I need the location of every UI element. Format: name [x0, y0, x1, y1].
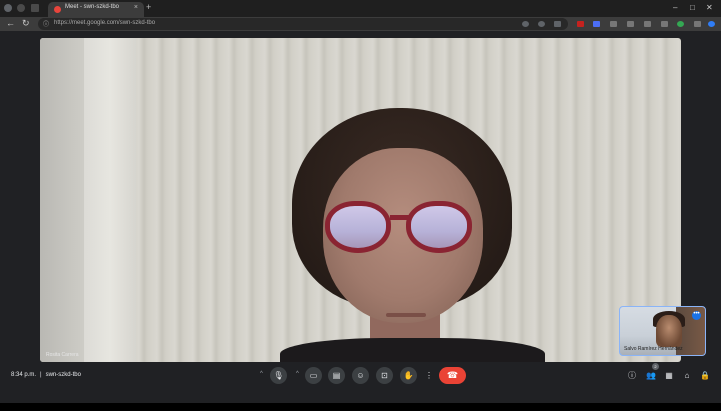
new-tab-button[interactable]: +: [146, 2, 151, 12]
self-view-tile[interactable]: ••• Salvo Ramírez Hernández: [619, 306, 706, 356]
camera-permission-icon[interactable]: [522, 21, 529, 27]
tab-title: Meet - swn-szkd-tbo: [65, 4, 120, 10]
reload-icon[interactable]: ↻: [22, 18, 30, 29]
extension-red-icon[interactable]: [577, 21, 584, 27]
video-options-caret-icon[interactable]: ^: [296, 371, 299, 377]
participant-mouth: [386, 313, 426, 317]
favorites-icon[interactable]: [644, 21, 651, 27]
back-icon[interactable]: ←: [6, 18, 15, 28]
more-vertical-icon: ⋮: [425, 371, 433, 380]
main-participant-name: Rosita Carrera: [46, 352, 79, 358]
video-light-panel: [84, 38, 136, 362]
meet-favicon-icon: [54, 6, 61, 13]
leave-call-button[interactable]: ☎: [439, 367, 466, 384]
self-view-name: Salvo Ramírez Hernández: [624, 346, 683, 352]
address-bar[interactable]: ⓘ https://meet.google.com/swn-szkd-tbo: [38, 18, 568, 30]
present-screen-button[interactable]: ⊡: [376, 367, 393, 384]
glasses-right-lens: [406, 201, 472, 253]
captions-icon: ▤: [332, 371, 341, 380]
profile-icon[interactable]: [4, 4, 12, 12]
profile-avatar-icon[interactable]: [677, 21, 684, 27]
participant-shirt: [280, 338, 545, 362]
captions-button[interactable]: ▤: [328, 367, 345, 384]
site-info-icon[interactable]: ⓘ: [43, 19, 49, 28]
hand-icon: ✋: [403, 371, 414, 380]
minimize-icon[interactable]: –: [673, 3, 677, 12]
collections-icon[interactable]: [661, 21, 668, 27]
tab-groups-icon[interactable]: [17, 4, 25, 12]
more-options-button[interactable]: ⋮: [423, 367, 435, 384]
url-text: https://meet.google.com/swn-szkd-tbo: [54, 20, 156, 26]
settings-menu-icon[interactable]: [694, 21, 701, 27]
camera-icon: ▭: [309, 371, 318, 380]
meeting-separator: |: [40, 372, 42, 378]
split-view-icon[interactable]: [627, 21, 634, 27]
copilot-icon[interactable]: [708, 21, 715, 27]
reactions-button[interactable]: ☺: [352, 367, 369, 384]
meeting-time: 8:34 p.m.: [11, 372, 37, 378]
phone-hangup-icon: ☎: [446, 370, 459, 380]
meeting-code: swn-szkd-tbo: [45, 372, 81, 378]
meeting-details: 8:34 p.m. | swn-szkd-tbo: [11, 372, 81, 378]
meet-stage: Rosita Carrera ••• Salvo Ramírez Hernánd…: [0, 31, 721, 411]
extension-icon[interactable]: [610, 21, 617, 27]
activities-icon[interactable]: ⌂: [681, 369, 693, 381]
browser-toolbar: ← ↻ ⓘ https://meet.google.com/swn-szkd-t…: [0, 17, 721, 31]
close-window-icon[interactable]: ✕: [706, 3, 713, 12]
extension-blue-icon[interactable]: [593, 21, 600, 27]
glasses-left-lens: [325, 201, 391, 253]
microphone-button[interactable]: 🎙: [270, 367, 287, 384]
microphone-icon: 🎙: [273, 371, 284, 380]
tab-search-icon[interactable]: [31, 4, 39, 12]
maximize-icon[interactable]: □: [690, 3, 695, 12]
emoji-icon: ☺: [356, 371, 365, 380]
present-icon: ⊡: [381, 371, 388, 380]
meeting-info-icon[interactable]: ⓘ: [626, 369, 638, 381]
tab-close-icon[interactable]: ×: [134, 4, 138, 11]
zoom-icon[interactable]: [538, 21, 545, 27]
tab-meet[interactable]: Meet - swn-szkd-tbo ×: [48, 2, 144, 17]
participant-figure: [240, 108, 580, 362]
main-participant-video[interactable]: Rosita Carrera: [40, 38, 681, 362]
camera-button[interactable]: ▭: [305, 367, 322, 384]
people-icon[interactable]: 👥: [645, 369, 657, 381]
self-view-person: [656, 315, 682, 347]
browser-tab-bar: Meet - swn-szkd-tbo × + – □ ✕: [0, 0, 721, 17]
bookmark-star-icon[interactable]: [554, 21, 561, 27]
self-view-more-options-button[interactable]: •••: [692, 311, 701, 320]
chat-icon[interactable]: ▦: [663, 369, 675, 381]
taskbar-edge: [0, 403, 721, 411]
glasses-bridge: [390, 215, 410, 220]
raise-hand-button[interactable]: ✋: [400, 367, 417, 384]
host-controls-icon[interactable]: 🔒: [699, 369, 711, 381]
audio-options-caret-icon[interactable]: ^: [260, 371, 263, 377]
